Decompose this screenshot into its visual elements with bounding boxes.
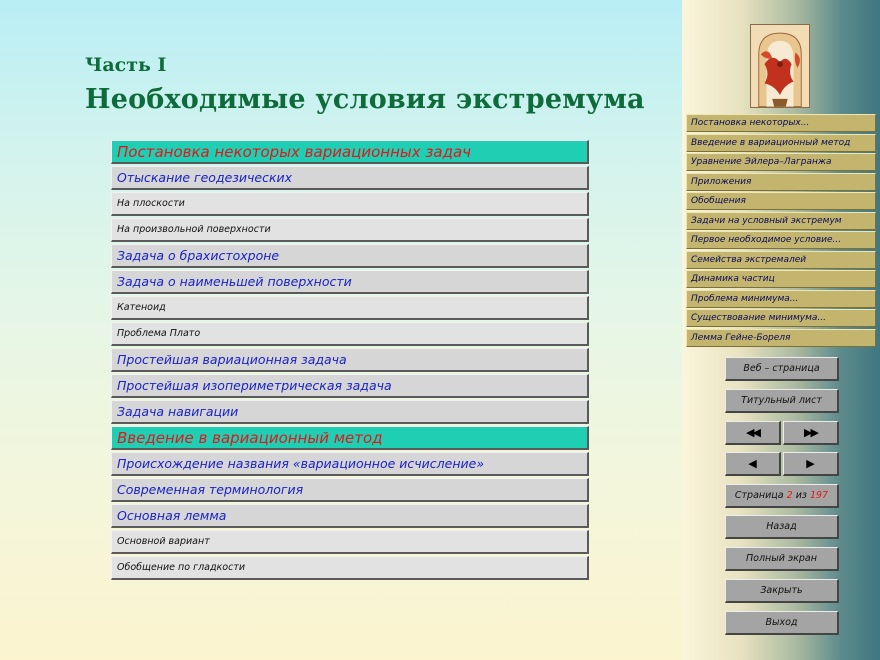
- nav-item[interactable]: Первое необходимое условие...: [686, 231, 876, 250]
- nav-item[interactable]: Обобщения: [686, 192, 876, 211]
- navigation-panel: Постановка некоторых... Введение в вариа…: [682, 0, 880, 660]
- toc-subsubsection-row[interactable]: На плоскости: [111, 192, 589, 216]
- close-button[interactable]: Закрыть: [725, 579, 839, 603]
- nav-item[interactable]: Постановка некоторых...: [686, 114, 876, 132]
- toc-subsection-row[interactable]: Современная терминология: [111, 478, 589, 502]
- toc-section-row[interactable]: Постановка некоторых вариационных задач: [111, 140, 589, 164]
- prev-page-button[interactable]: ◀: [725, 452, 781, 476]
- nav-item[interactable]: Семейства экстремалей: [686, 250, 876, 269]
- fullscreen-button[interactable]: Полный экран: [725, 547, 839, 571]
- dragon-illustration: [751, 25, 809, 107]
- nav-item[interactable]: Приложения: [686, 172, 876, 191]
- right-arrow-icon: ▶: [806, 457, 815, 470]
- back-button[interactable]: Назад: [725, 515, 839, 539]
- nav-item[interactable]: Уравнение Эйлера–Лагранжа: [686, 153, 876, 172]
- toc-subsection-row[interactable]: Отыскание геодезических: [111, 166, 589, 190]
- double-left-arrow-icon: ◀◀: [746, 426, 761, 439]
- nav-item[interactable]: Введение в вариационный метод: [686, 133, 876, 152]
- dragon-logo-image: [750, 24, 810, 108]
- toc-subsection-row[interactable]: Задача о брахистохроне: [111, 244, 589, 268]
- first-page-button[interactable]: ◀◀: [725, 421, 781, 445]
- toc-subsection-row[interactable]: Задача навигации: [111, 400, 589, 424]
- double-right-arrow-icon: ▶▶: [804, 426, 819, 439]
- title-page-button[interactable]: Титульный лист: [725, 389, 839, 413]
- toc-subsection-row[interactable]: Основная лемма: [111, 504, 589, 528]
- nav-item[interactable]: Задачи на условный экстремум: [686, 211, 876, 230]
- nav-item[interactable]: Лемма Гейне-Бореля: [686, 329, 876, 348]
- last-page-button[interactable]: ▶▶: [783, 421, 839, 445]
- page-prefix: Страница: [734, 490, 784, 501]
- toc-subsection-row[interactable]: Простейшая изопериметрическая задача: [111, 374, 589, 398]
- table-of-contents: Постановка некоторых вариационных задач …: [111, 140, 589, 582]
- toc-subsubsection-row[interactable]: Основной вариант: [111, 530, 589, 554]
- part-label: Часть I: [85, 54, 167, 76]
- toc-subsection-row[interactable]: Простейшая вариационная задача: [111, 348, 589, 372]
- page-total: 197: [809, 490, 829, 501]
- toc-section-row[interactable]: Введение в вариационный метод: [111, 426, 589, 450]
- chapter-nav-list: Постановка некоторых... Введение в вариа…: [686, 114, 876, 349]
- chapter-title: Необходимые условия экстремума: [85, 84, 645, 115]
- web-page-button[interactable]: Веб – страница: [725, 357, 839, 381]
- next-page-button[interactable]: ▶: [783, 452, 839, 476]
- toc-subsection-row[interactable]: Задача о наименьшей поверхности: [111, 270, 589, 294]
- toc-subsubsection-row[interactable]: На произвольной поверхности: [111, 218, 589, 242]
- toc-subsection-row[interactable]: Происхождение названия «вариационное исч…: [111, 452, 589, 476]
- toc-subsubsection-row[interactable]: Обобщение по гладкости: [111, 556, 589, 580]
- left-arrow-icon: ◀: [748, 457, 757, 470]
- nav-item[interactable]: Динамика частиц: [686, 270, 876, 289]
- nav-item[interactable]: Существование минимума...: [686, 309, 876, 328]
- page-current: 2: [786, 490, 793, 501]
- page-counter-text: Страница 2 из 197: [735, 490, 828, 501]
- main-area: Часть I Необходимые условия экстремума П…: [0, 0, 682, 660]
- toc-subsubsection-row[interactable]: Проблема Плато: [111, 322, 589, 346]
- exit-button[interactable]: Выход: [725, 611, 839, 635]
- nav-item[interactable]: Проблема минимума...: [686, 289, 876, 308]
- page-counter: Страница 2 из 197: [725, 484, 839, 508]
- toc-subsubsection-row[interactable]: Катеноид: [111, 296, 589, 320]
- page-separator: из: [795, 490, 807, 501]
